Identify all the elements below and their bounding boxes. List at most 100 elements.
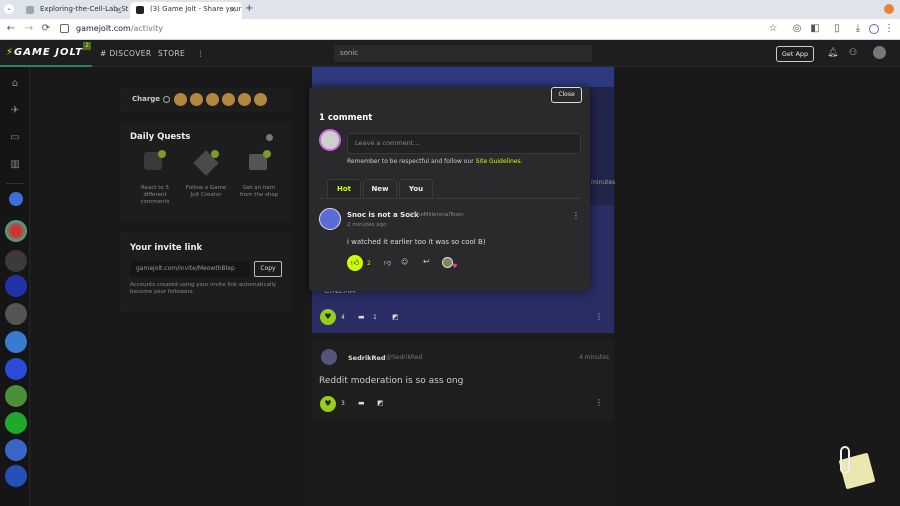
browser-menu-icon[interactable]: ⋮ <box>882 22 896 36</box>
url-path: /activity <box>130 24 163 33</box>
charge-orb-icon <box>174 93 187 106</box>
site-header: ⚡GAME JOLT 2 # DISCOVER STORE ⋮ sonic Ge… <box>0 40 900 67</box>
logo-text: GAME JOLT <box>14 47 84 58</box>
site-guidelines-link[interactable]: Site Guidelines <box>476 158 521 165</box>
like-button[interactable]: ♥ <box>320 396 336 412</box>
invite-link-field[interactable]: gamejolt.com/invite/MeowthBlep <box>130 261 250 277</box>
address-url[interactable]: gamejolt.com/activity <box>76 23 163 35</box>
ext-icon[interactable]: ◎ <box>790 22 804 36</box>
tab-hot[interactable]: Hot <box>327 179 361 198</box>
community-avatar[interactable] <box>5 331 27 353</box>
gamejolt-favicon-icon <box>136 6 144 14</box>
daily-quests-panel: Daily Quests React to 5 different commen… <box>120 122 292 222</box>
close-tab-icon[interactable]: × <box>115 2 122 17</box>
user-avatar[interactable] <box>873 46 886 59</box>
check-icon <box>158 150 166 158</box>
share-icon[interactable]: ◩ <box>377 399 384 407</box>
reaction-icon[interactable]: ☺ <box>401 258 408 266</box>
post-options-icon[interactable]: ⋮ <box>595 312 603 321</box>
library-icon[interactable]: ▥ <box>8 158 22 172</box>
back-icon[interactable]: ← <box>4 22 18 36</box>
notification-badge: 2 <box>83 42 91 50</box>
tab-title: (3) Game Jolt - Share your c <box>150 5 242 13</box>
sidepanel-icon[interactable]: ▯ <box>830 22 844 36</box>
quests-info-icon[interactable] <box>266 134 273 141</box>
left-sidebar: ⌂ ✈ ▭ ▥ <box>0 67 30 506</box>
bell-icon[interactable]: 🔔︎ <box>827 48 838 58</box>
thumbs-up-button[interactable]: 👍︎ <box>347 255 363 271</box>
sidebar-divider <box>6 183 24 184</box>
like-button[interactable]: ♥ <box>320 309 336 325</box>
community-avatar[interactable] <box>5 220 27 242</box>
profile-icon[interactable] <box>869 24 879 34</box>
tab-exploring-cell-lab[interactable]: Exploring-the-Cell-Lab_Stu × <box>20 2 128 19</box>
post-media-image[interactable] <box>312 67 614 87</box>
modal-title: 1 comment <box>319 113 373 123</box>
extensions-icon[interactable]: ◧ <box>808 22 822 36</box>
thumbs-down-icon[interactable]: 👎︎ <box>384 258 391 267</box>
author-handle[interactable]: @SedrikRed <box>386 354 422 361</box>
community-avatar[interactable] <box>5 275 27 297</box>
search-input[interactable]: sonic <box>334 45 592 62</box>
community-avatar[interactable] <box>5 358 27 380</box>
url-domain: gamejolt.com <box>76 24 131 33</box>
guideline-prefix: Remember to be respectful and follow our <box>347 158 476 165</box>
tab-new[interactable]: New <box>363 179 397 198</box>
copy-button[interactable]: Copy <box>254 261 282 277</box>
community-avatar[interactable] <box>5 439 27 461</box>
community-avatar[interactable] <box>5 465 27 487</box>
post-options-icon[interactable]: ⋮ <box>595 398 603 407</box>
download-icon[interactable]: ⤓ <box>851 22 865 36</box>
comment-icon[interactable]: ▬ <box>358 313 365 321</box>
reply-icon[interactable]: ↩ <box>423 257 430 266</box>
guideline-text: Remember to be respectful and follow our… <box>347 158 523 165</box>
charge-orb-icon <box>238 93 251 106</box>
comments-modal: Close 1 comment Leave a comment... Remem… <box>309 87 590 291</box>
store-link[interactable]: STORE <box>158 49 185 58</box>
daily-quests-title: Daily Quests <box>130 132 191 142</box>
close-button[interactable]: Close <box>551 87 582 103</box>
comment-icon[interactable]: ▬ <box>358 399 365 407</box>
like-count: 2 <box>367 260 371 267</box>
charge-orb-icon <box>206 93 219 106</box>
new-tab-button[interactable]: + <box>245 3 253 14</box>
site-info-icon[interactable] <box>60 24 69 33</box>
friends-icon[interactable]: ⚇ <box>849 48 857 58</box>
chat-icon[interactable]: ▭ <box>8 131 22 145</box>
community-avatar[interactable] <box>9 192 23 206</box>
profile-avatar-icon[interactable] <box>884 4 894 14</box>
close-tab-icon[interactable]: × <box>229 2 236 17</box>
browser-toolbar: ← → ⟳ gamejolt.com/activity ☆ ◎ ◧ ▯ ⤓ ⋮ <box>0 19 900 40</box>
comment-text: i watched it earlier too it was so cool … <box>347 238 486 246</box>
comment-options-icon[interactable]: ⋮ <box>572 211 580 220</box>
tab-search-button[interactable]: ⌄ <box>4 4 14 14</box>
forward-icon[interactable]: → <box>22 22 36 36</box>
community-avatar[interactable] <box>5 250 27 272</box>
charge-info-icon[interactable] <box>163 96 170 103</box>
commenter-avatar[interactable] <box>319 208 341 230</box>
quest-label: React to 5 different comments <box>140 185 170 205</box>
author-name[interactable]: SedrikRed <box>348 354 386 362</box>
tab-you[interactable]: You <box>399 179 433 198</box>
tab-game-jolt[interactable]: (3) Game Jolt - Share your c × <box>130 2 242 19</box>
post-text: Reddit moderation is so ass ong <box>319 376 464 386</box>
home-icon[interactable]: ⌂ <box>8 77 22 91</box>
document-favicon-icon <box>26 6 34 14</box>
gamejolt-logo[interactable]: ⚡GAME JOLT <box>6 47 83 58</box>
mascot-icon[interactable] <box>832 446 876 490</box>
community-avatar[interactable] <box>5 303 27 325</box>
share-icon[interactable]: ◩ <box>392 313 399 321</box>
get-app-button[interactable]: Get App <box>776 46 814 62</box>
community-avatar[interactable] <box>5 385 27 407</box>
commenter-handle[interactable]: @TheMillennialTown <box>408 212 464 218</box>
discover-icon[interactable]: ✈ <box>8 104 22 118</box>
community-avatar[interactable] <box>5 412 27 434</box>
like-count: 3 <box>341 400 345 407</box>
comment-input[interactable]: Leave a comment... <box>347 133 581 154</box>
author-avatar[interactable] <box>321 349 337 365</box>
my-avatar <box>319 129 341 151</box>
reload-icon[interactable]: ⟳ <box>39 22 53 36</box>
more-menu-icon[interactable]: ⋮ <box>197 49 205 58</box>
discover-link[interactable]: # DISCOVER <box>100 49 152 58</box>
bookmark-star-icon[interactable]: ☆ <box>766 22 780 36</box>
